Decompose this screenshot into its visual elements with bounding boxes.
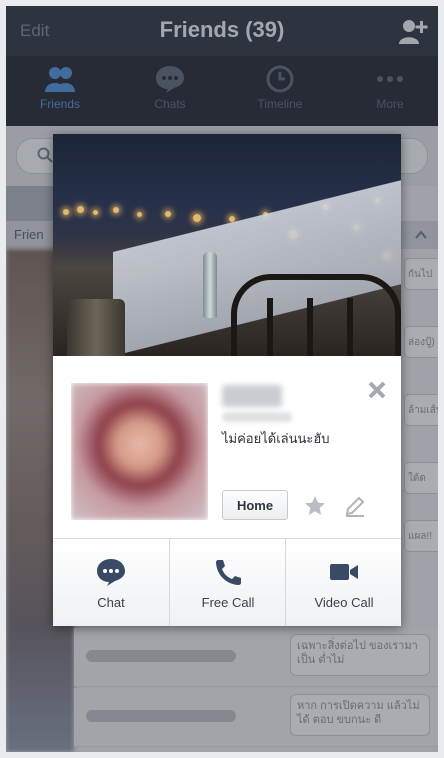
profile-status-message: ไม่ค่อยได้เล่นนะฮับ [222,431,330,446]
profile-actions: Chat Free Call Video Call [53,538,401,626]
free-call-label: Free Call [201,595,255,610]
chat-bubble-icon [97,559,125,586]
chat-label: Chat [97,595,125,610]
pencil-icon[interactable] [343,494,367,518]
star-icon[interactable] [303,494,327,518]
phone-icon [216,560,241,585]
home-button[interactable]: Home [222,490,288,520]
close-icon[interactable] [367,380,387,400]
avatar[interactable] [71,383,208,520]
chat-button[interactable]: Chat [53,539,169,626]
video-call-label: Video Call [314,595,374,610]
video-call-button[interactable]: Video Call [285,539,401,626]
profile-name-blurred [222,385,282,407]
video-camera-icon [330,564,358,580]
free-call-button[interactable]: Free Call [169,539,286,626]
profile-id-blurred [222,412,292,422]
profile-popup: ไม่ค่อยได้เล่นนะฮับ Home Chat Free Call … [53,134,401,626]
app-window: Edit Friends (39) Friends Chats Timeline… [6,6,438,752]
cover-photo [53,134,401,356]
